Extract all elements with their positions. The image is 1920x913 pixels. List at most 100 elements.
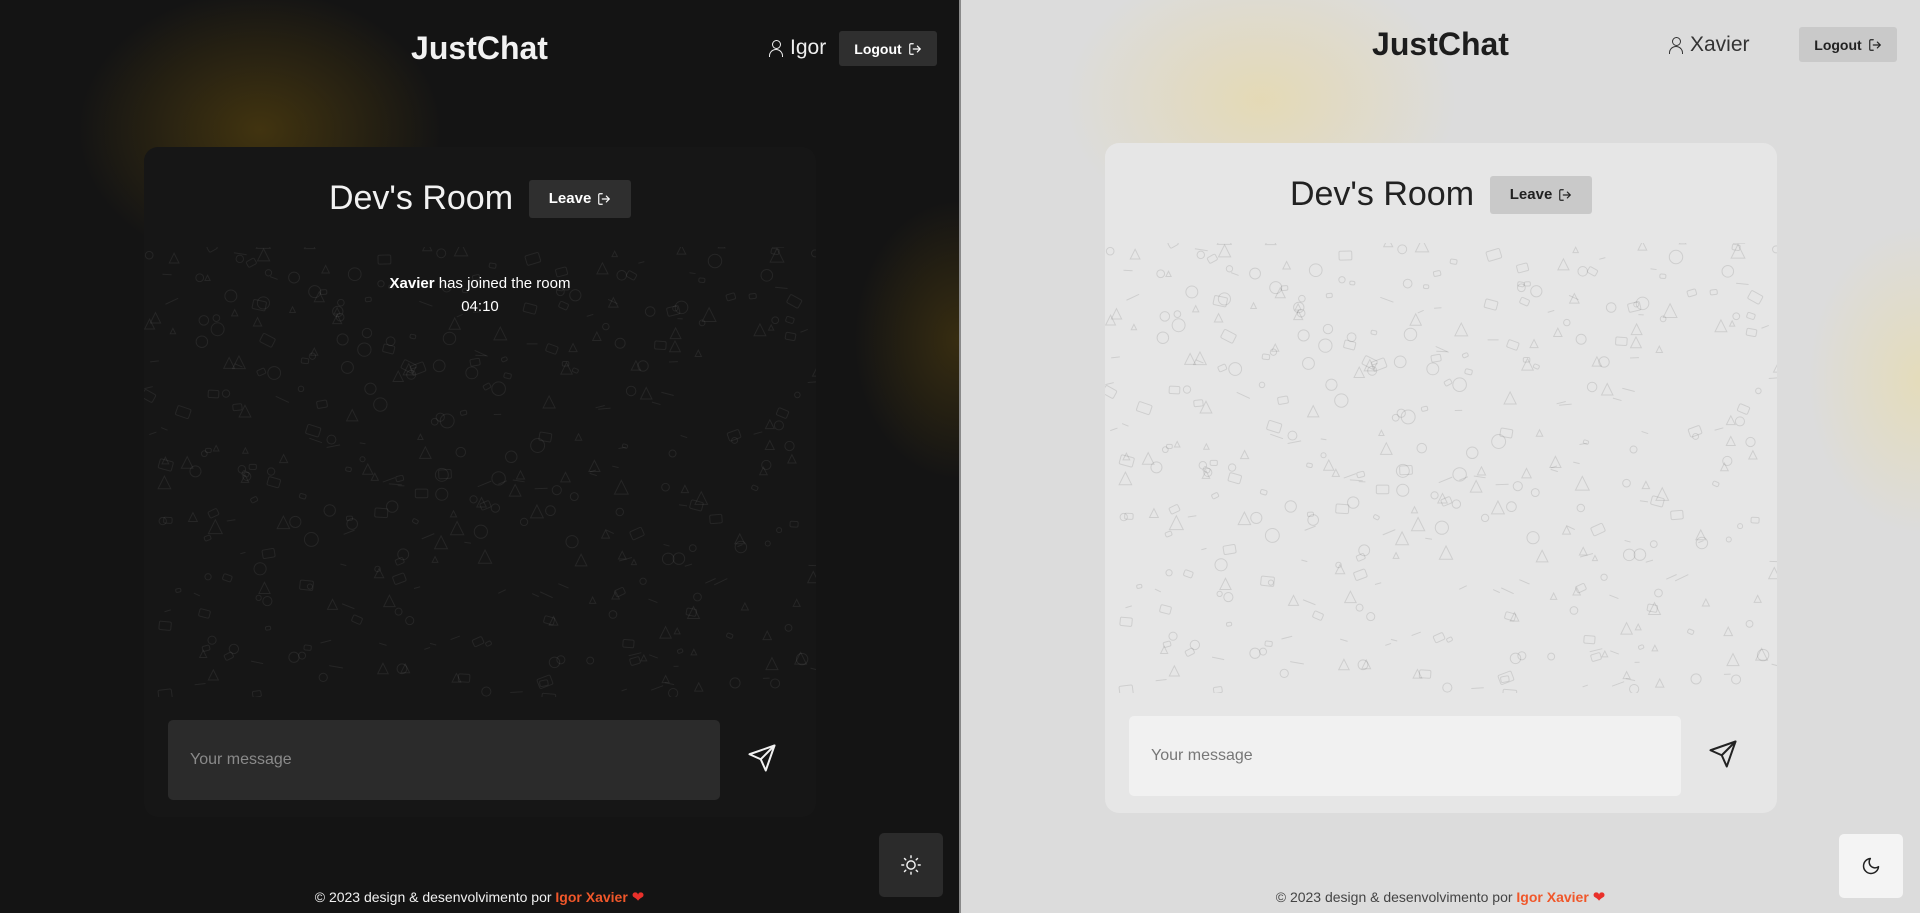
doodle-shape [1198, 461, 1208, 470]
doodle-shape [1578, 546, 1588, 556]
doodle-shape [1353, 568, 1368, 581]
doodle-shape [175, 587, 182, 593]
doodle-shape [1279, 668, 1289, 679]
doodle-shape [713, 578, 728, 586]
doodle-shape [786, 453, 797, 464]
doodle-shape [1432, 270, 1442, 277]
doodle-shape [1772, 364, 1777, 373]
doodle-shape [1422, 284, 1430, 290]
doodle-shape [1641, 430, 1649, 435]
message-list[interactable] [1105, 243, 1777, 693]
doodle-shape [1723, 626, 1734, 637]
doodle-shape [424, 646, 431, 650]
author-link[interactable]: Igor Xavier [1516, 889, 1588, 905]
leave-room-button[interactable]: Leave [529, 179, 632, 218]
user-info: Xavier [1668, 33, 1750, 57]
doodle-shape [524, 252, 542, 266]
doodle-shape [1343, 590, 1357, 604]
doodle-shape [1502, 688, 1518, 693]
message-input[interactable] [168, 720, 720, 800]
doodle-shape [659, 625, 673, 639]
doodle-shape [1622, 548, 1636, 562]
doodle-shape [144, 318, 156, 330]
doodle-shape [1373, 514, 1380, 521]
doodle-shape [1217, 292, 1231, 306]
doodle-shape [595, 405, 605, 409]
send-icon[interactable] [1708, 739, 1738, 769]
doodle-shape [1392, 551, 1400, 559]
doodle-shape [1366, 612, 1376, 622]
doodle-shape [1714, 427, 1724, 431]
doodle-shape [359, 442, 366, 445]
exit-icon [1868, 38, 1881, 51]
doodle-shape [1651, 644, 1659, 652]
message-input[interactable] [1129, 716, 1681, 796]
doodle-shape [1287, 594, 1300, 606]
doodle-shape [1599, 257, 1606, 260]
doodle-shape [250, 496, 259, 504]
doodle-shape [1745, 436, 1756, 448]
doodle-shape [1411, 631, 1422, 637]
doodle-shape [1678, 243, 1687, 245]
doodle-shape [614, 337, 626, 349]
message-list[interactable]: Xavier has joined the room 04:10 [144, 247, 816, 697]
doodle-shape [1353, 365, 1366, 378]
doodle-shape [1559, 403, 1572, 406]
doodle-shape [1118, 684, 1134, 693]
doodle-shape [1393, 355, 1407, 369]
footer: © 2023 design & desenvolvimento por Igor… [0, 888, 959, 906]
doodle-shape [1557, 257, 1570, 271]
doodle-shape [395, 474, 405, 483]
doodle-shape [203, 534, 212, 542]
doodle-shape [1609, 594, 1619, 599]
doodle-shape [1549, 591, 1558, 600]
send-icon[interactable] [747, 743, 777, 773]
doodle-shape [1394, 530, 1410, 546]
doodle-shape [1753, 594, 1763, 603]
doodle-shape [262, 596, 273, 607]
doodle-shape [1136, 583, 1143, 589]
doodle-shape [1264, 528, 1280, 543]
doodle-shape [519, 517, 529, 527]
doodle-shape [1434, 520, 1449, 535]
doodle-shape [326, 434, 337, 445]
doodle-shape [807, 381, 816, 384]
author-link[interactable]: Igor Xavier [555, 889, 627, 905]
doodle-shape [329, 665, 343, 669]
footer-text: © 2023 design & desenvolvimento por [1275, 889, 1513, 905]
leave-label: Leave [548, 190, 592, 207]
doodle-shape [469, 495, 478, 504]
logout-label: Logout [1814, 36, 1862, 53]
doodle-shape [473, 524, 488, 539]
doodle-shape [1110, 427, 1118, 432]
doodle-shape [684, 563, 693, 567]
exit-icon [908, 42, 921, 55]
leave-room-button[interactable]: Leave [1490, 175, 1593, 214]
doodle-shape [341, 361, 354, 374]
doodle-shape [144, 389, 157, 403]
doodle-shape [764, 418, 776, 430]
logout-button[interactable]: Logout [839, 31, 937, 66]
doodle-shape [1745, 619, 1754, 628]
system-message-text: has joined the room [438, 275, 571, 292]
doodle-shape [1281, 635, 1293, 640]
doodle-shape [471, 636, 485, 648]
doodle-shape [1267, 579, 1274, 586]
doodle-shape [1338, 276, 1346, 284]
doodle-shape [598, 407, 611, 410]
doodle-shape [1459, 585, 1467, 590]
system-message: Xavier has joined the room 04:10 [144, 272, 816, 318]
doodle-shape [1148, 507, 1160, 518]
doodle-shape [1572, 246, 1580, 254]
doodle-shape [323, 504, 336, 517]
logout-button[interactable]: Logout [1799, 27, 1897, 62]
chat-room-card: Dev's Room Leave Xavier has joined the r… [144, 147, 816, 817]
doodle-shape [411, 367, 417, 370]
doodle-shape [207, 508, 220, 519]
doodle-shape [588, 595, 597, 604]
doodle-shape [1191, 304, 1200, 313]
doodle-shape [187, 511, 199, 522]
doodle-shape [811, 368, 816, 377]
doodle-shape [661, 674, 670, 684]
doodle-shape [1430, 491, 1439, 500]
